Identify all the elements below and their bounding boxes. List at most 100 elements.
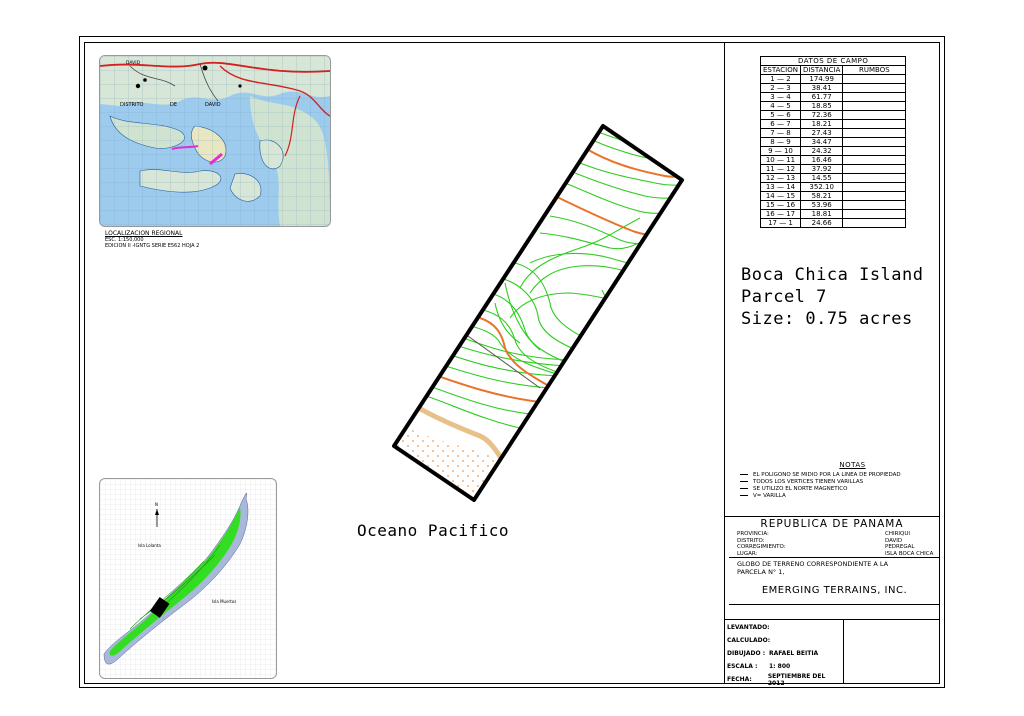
- notes-title: NOTAS: [839, 461, 866, 469]
- station-cell: 16 — 17: [760, 209, 801, 219]
- distance-cell: 352.10: [799, 182, 844, 192]
- field-table-row: 14 — 15 58.21: [760, 191, 907, 201]
- station-cell: 11 — 12: [760, 164, 801, 174]
- station-cell: 10 — 11: [760, 155, 801, 165]
- map-label-de: DE: [170, 102, 177, 108]
- station-cell: 9 — 10: [760, 146, 801, 156]
- distance-cell: 24.66: [799, 218, 844, 228]
- ocean-label: Oceano Pacifico: [357, 521, 509, 540]
- contour-lines: [394, 131, 682, 500]
- bearing-cell: [842, 101, 907, 111]
- regional-map-graphic: DISTRITO DE DAVID DAVID: [100, 56, 330, 226]
- parcel-survey-plan: [392, 124, 684, 502]
- station-cell: 12 — 13: [760, 173, 801, 183]
- station-cell: 7 — 8: [760, 128, 801, 138]
- distance-cell: 37.92: [799, 164, 844, 174]
- field-table-row: 10 — 11 16.46: [760, 155, 907, 165]
- bearing-cell: [842, 83, 907, 93]
- field-table-row: 4 — 5 18.85: [760, 101, 907, 111]
- distance-cell: 72.36: [799, 110, 844, 120]
- location-fields: PROVINCIA: CHIRIQUI DISTRITO: DAVID CORREGIM…: [737, 531, 937, 557]
- signature-row: FECHA: SEPTIEMBRE DEL 2012: [727, 672, 842, 687]
- field-table-row: 8 — 9 34.47: [760, 137, 907, 147]
- field-table-row: 16 — 17 18.81: [760, 209, 907, 219]
- field-table-row: 5 — 6 72.36: [760, 110, 907, 120]
- field-table-row: 2 — 3 38.41: [760, 83, 907, 93]
- parcel-info: Boca Chica Island Parcel 7 Size: 0.75 ac…: [741, 264, 924, 330]
- bearing-cell: [842, 182, 907, 192]
- bearing-cell: [842, 128, 907, 138]
- notes-section: NOTAS EL POLIGONO SE MIDIO POR LA LINEA …: [740, 461, 935, 500]
- bearing-cell: [842, 74, 907, 84]
- bearing-cell: [842, 146, 907, 156]
- bearing-cell: [842, 164, 907, 174]
- signature-row: DIBUJADO : RAFAEL BEITIA: [727, 647, 842, 660]
- signature-block-top-rule: [724, 619, 940, 620]
- title-block-rule: [729, 604, 940, 605]
- distance-cell: 16.46: [799, 155, 844, 165]
- station-cell: 4 — 5: [760, 101, 801, 111]
- signature-value: SEPTIEMBRE DEL 2012: [767, 672, 826, 687]
- note-item: SE UTILIZO EL NORTE MAGNETICO: [740, 486, 935, 493]
- field-table-header-bearing: RUMBOS: [842, 65, 907, 75]
- bearing-cell: [842, 173, 907, 183]
- station-cell: 5 — 6: [760, 110, 801, 120]
- regional-location-map: DISTRITO DE DAVID DAVID: [99, 55, 331, 227]
- distance-cell: 18.81: [799, 209, 844, 219]
- signature-label: DIBUJADO :: [727, 650, 766, 657]
- island-label-west: Isla Lolanta: [138, 543, 161, 548]
- bearing-cell: [842, 119, 907, 129]
- regional-map-caption-edition: EDICION II -IGNTG SERIE E562 HOJA 2: [105, 243, 200, 249]
- note-item: EL POLIGONO SE MIDIO POR LA LINEA DE PRO…: [740, 472, 935, 479]
- bearing-cell: [842, 110, 907, 120]
- field-table-row: 1 — 2 174.99: [760, 74, 907, 84]
- bearing-cell: [842, 137, 907, 147]
- field-table-header-station: ESTACION: [760, 65, 801, 75]
- distance-cell: 24.32: [799, 146, 844, 156]
- signature-label: CALCULADO:: [727, 637, 771, 644]
- bearing-cell: [842, 218, 907, 228]
- signature-fields: LEVANTADO: CALCULADO: DIBUJADO : RAFAEL BEI…: [727, 621, 842, 687]
- bearing-cell: [842, 200, 907, 210]
- field-table-row: 6 — 7 18.21: [760, 119, 907, 129]
- distance-cell: 61.77: [799, 92, 844, 102]
- title-block-rule: [729, 557, 940, 558]
- distance-cell: 38.41: [799, 83, 844, 93]
- parcel-info-line1: Boca Chica Island: [741, 265, 924, 285]
- note-item: TODOS LOS VERTICES TIENEN VARILLAS: [740, 479, 935, 486]
- bearing-cell: [842, 155, 907, 165]
- map-label-david: DAVID: [205, 102, 221, 108]
- distance-cell: 174.99: [799, 74, 844, 84]
- distance-cell: 18.85: [799, 101, 844, 111]
- station-cell: 1 — 2: [760, 74, 801, 84]
- field-table-row: 17 — 1 24.66: [760, 218, 907, 228]
- company-name: EMERGING TERRAINS, INC.: [761, 585, 908, 596]
- station-cell: 17 — 1: [760, 218, 801, 228]
- signature-value: 1: 800: [769, 663, 791, 670]
- bearing-cell: [842, 209, 907, 219]
- field-table-header-distance: DISTANCIA: [799, 65, 844, 75]
- signature-value: RAFAEL BEITIA: [769, 650, 819, 657]
- bearing-cell: [842, 92, 907, 102]
- island-map-graphic: N Isla Lolanta Isla Muertos: [100, 479, 276, 678]
- island-north-label: N: [155, 502, 158, 507]
- field-table-row: 7 — 8 27.43: [760, 128, 907, 138]
- signature-row: LEVANTADO:: [727, 621, 842, 634]
- station-cell: 15 — 16: [760, 200, 801, 210]
- parcel-info-line3: Size: 0.75 acres: [741, 309, 913, 329]
- signature-label: LEVANTADO:: [727, 624, 770, 631]
- description-line1: GLOBO DE TERRENO CORRESPONDIENTE A LA: [737, 560, 889, 568]
- station-cell: 2 — 3: [760, 83, 801, 93]
- station-cell: 3 — 4: [760, 92, 801, 102]
- field-table-row: 15 — 16 53.96: [760, 200, 907, 210]
- station-cell: 13 — 14: [760, 182, 801, 192]
- bearing-cell: [842, 191, 907, 201]
- field-table-row: 12 — 13 14.55: [760, 173, 907, 183]
- parcel-description: GLOBO DE TERRENO CORRESPONDIENTE A LA PA…: [737, 560, 937, 576]
- signature-label: ESCALA :: [727, 663, 758, 670]
- distance-cell: 27.43: [799, 128, 844, 138]
- map-label-david-top: DAVID: [126, 60, 141, 66]
- country-title: REPUBLICA DE PANAMA: [760, 518, 904, 530]
- distance-cell: 34.47: [799, 137, 844, 147]
- island-label-east: Isla Muertos: [212, 599, 236, 604]
